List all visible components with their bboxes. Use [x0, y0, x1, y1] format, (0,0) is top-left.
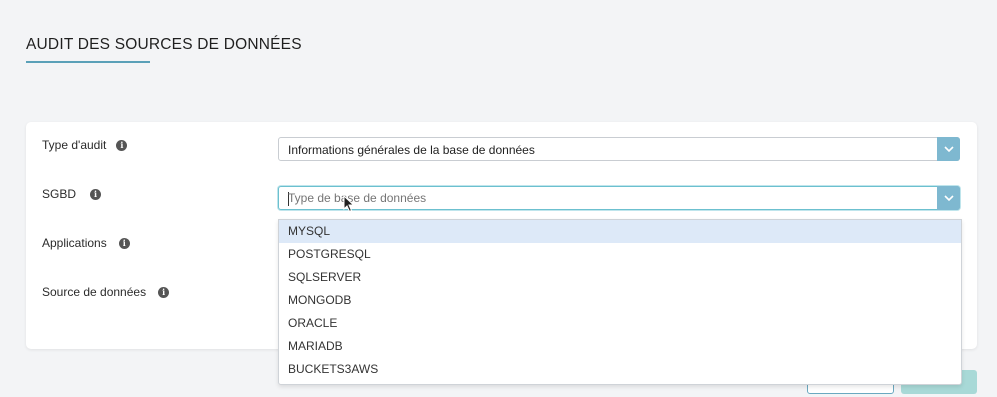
dbms-dropdown-list: MYSQL POSTGRESQL SQLSERVER MONGODB ORACL…	[278, 219, 962, 385]
dbms-label-row: SGBD i	[42, 187, 102, 201]
audit-type-label: Type d'audit	[42, 138, 107, 152]
audit-type-label-row: Type d'audit i	[42, 138, 128, 152]
data-source-label-row: Source de données i	[42, 285, 170, 299]
dropdown-option-buckets3aws[interactable]: BUCKETS3AWS	[279, 358, 961, 381]
dropdown-option-mysql[interactable]: MYSQL	[279, 220, 961, 243]
dropdown-option-sqlserver[interactable]: SQLSERVER	[279, 266, 961, 289]
dropdown-option-postgresql[interactable]: POSTGRESQL	[279, 243, 961, 266]
dbms-search-input[interactable]	[288, 191, 928, 205]
dbms-label: SGBD	[42, 187, 77, 201]
info-icon[interactable]: i	[158, 286, 170, 298]
info-icon[interactable]: i	[116, 139, 128, 151]
dropdown-option-mariadb[interactable]: MARIADB	[279, 335, 961, 358]
audit-type-value: Informations générales de la base de don…	[288, 143, 535, 157]
dropdown-option-mongodb[interactable]: MONGODB	[279, 289, 961, 312]
applications-label-row: Applications i	[42, 236, 130, 250]
info-icon[interactable]: i	[118, 237, 130, 249]
chevron-down-icon[interactable]	[937, 186, 960, 210]
chevron-down-icon[interactable]	[937, 137, 960, 161]
mouse-cursor-icon	[343, 195, 355, 213]
dbms-select[interactable]	[278, 186, 960, 210]
applications-label: Applications	[42, 236, 107, 250]
audit-type-select[interactable]: Informations générales de la base de don…	[278, 137, 960, 161]
data-source-label: Source de données	[42, 285, 147, 299]
dropdown-option-oracle[interactable]: ORACLE	[279, 312, 961, 335]
info-icon[interactable]: i	[90, 188, 102, 200]
page-title: AUDIT DES SOURCES DE DONNÉES	[26, 36, 302, 53]
title-underline	[26, 61, 150, 63]
